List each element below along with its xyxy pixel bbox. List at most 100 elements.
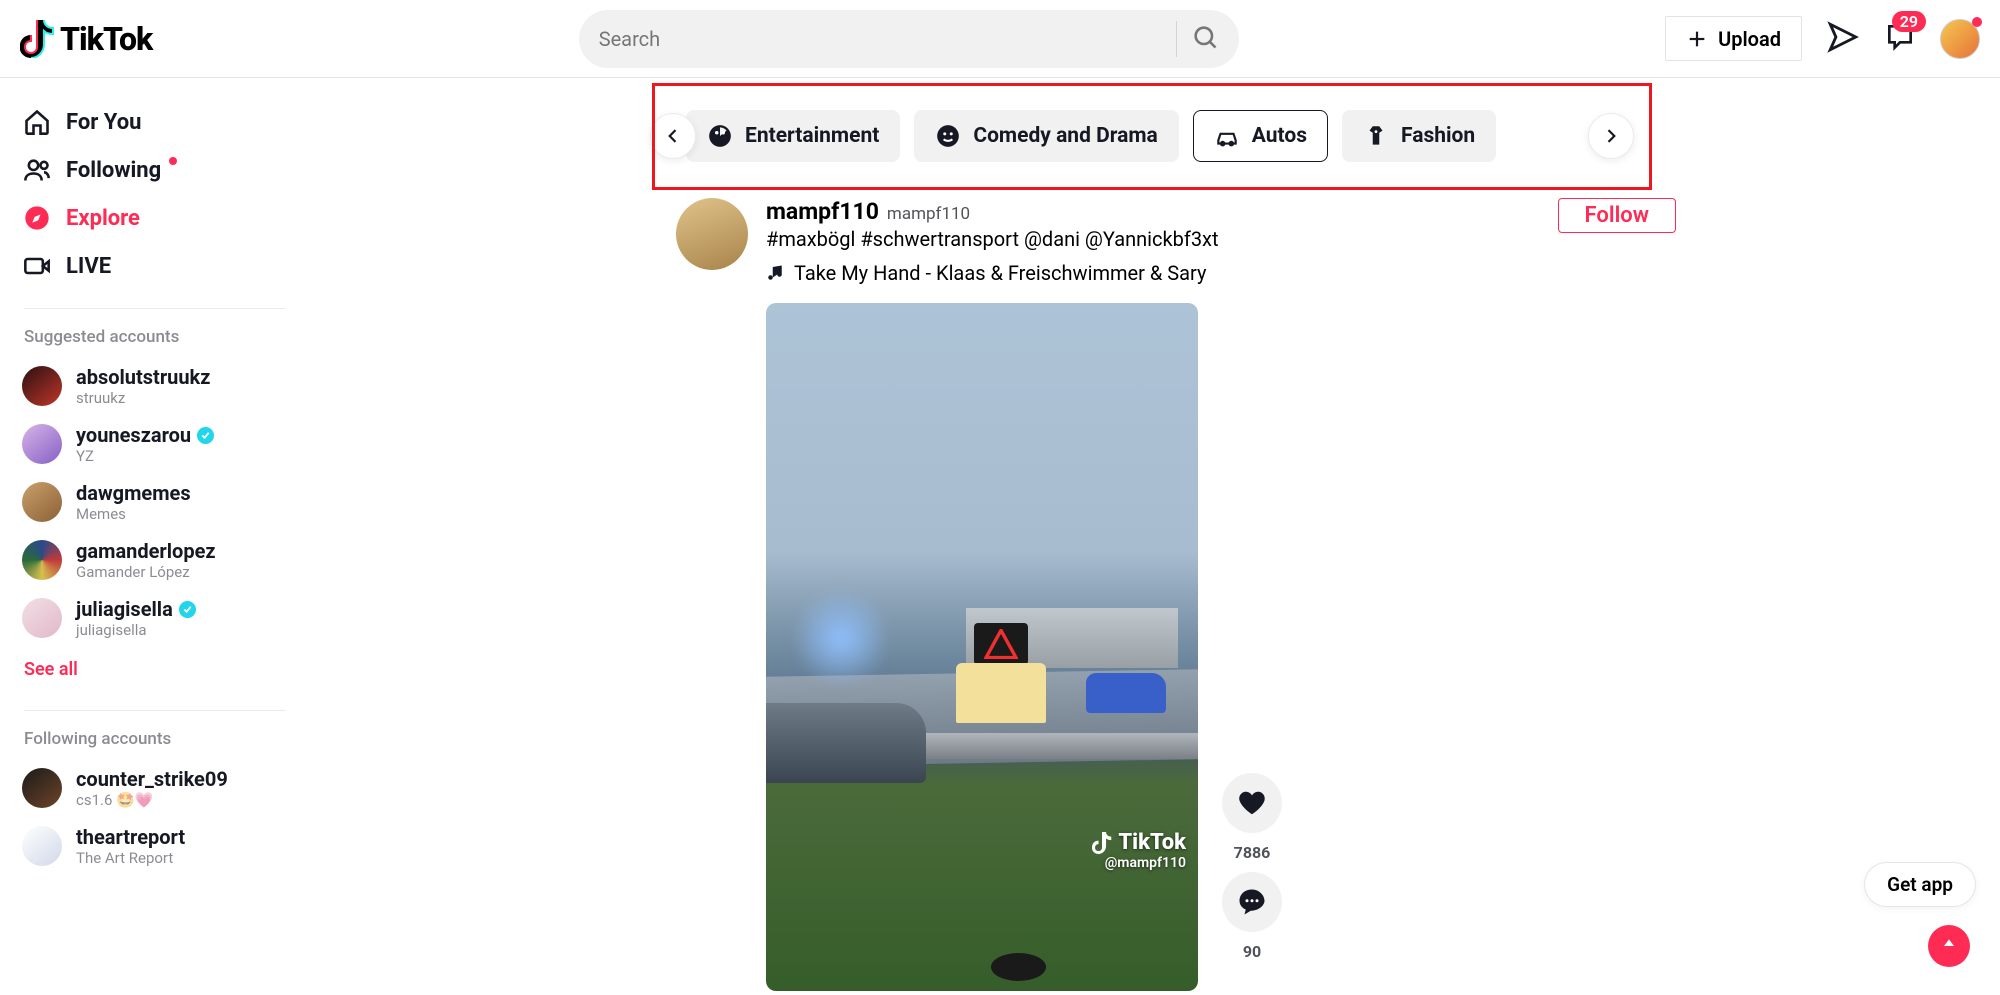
account-subtitle: Gamander López bbox=[76, 563, 216, 581]
users-icon bbox=[22, 156, 52, 184]
suggested-account[interactable]: dawgmemesMemes bbox=[10, 473, 300, 531]
music-title: Take My Hand - Klaas & Freischwimmer & S… bbox=[794, 261, 1206, 285]
notification-dot bbox=[169, 157, 177, 165]
header: TikTok Upload 29 bbox=[0, 0, 2000, 78]
category-icon bbox=[1214, 123, 1240, 149]
category-chip[interactable]: Autos bbox=[1193, 110, 1328, 162]
nav-following[interactable]: Following bbox=[10, 146, 300, 194]
account-avatar bbox=[22, 424, 62, 464]
video-post: mampf110 mampf110 #maxbögl #schwertransp… bbox=[676, 198, 1676, 991]
account-name: gamanderlopez bbox=[76, 539, 216, 563]
upload-button[interactable]: Upload bbox=[1665, 16, 1802, 61]
verified-badge-icon bbox=[179, 601, 196, 618]
account-subtitle: juliagisella bbox=[76, 621, 196, 639]
category-label: Fashion bbox=[1401, 124, 1475, 148]
notification-dot bbox=[1972, 17, 1982, 27]
chevron-right-icon bbox=[1601, 126, 1621, 146]
search-divider bbox=[1176, 21, 1177, 57]
author-nickname: mampf110 bbox=[887, 204, 970, 224]
account-name: juliagisella bbox=[76, 597, 196, 621]
category-chip[interactable]: Comedy and Drama bbox=[914, 110, 1178, 162]
header-actions: Upload 29 bbox=[1665, 16, 1980, 61]
nav-explore[interactable]: Explore bbox=[10, 194, 300, 242]
account-avatar bbox=[22, 598, 62, 638]
account-avatar bbox=[22, 768, 62, 808]
profile-menu[interactable] bbox=[1940, 19, 1980, 59]
category-label: Entertainment bbox=[745, 124, 879, 148]
comment-count: 90 bbox=[1243, 942, 1261, 961]
nav-label: LIVE bbox=[66, 254, 111, 279]
account-subtitle: Memes bbox=[76, 505, 191, 523]
account-subtitle: YZ bbox=[76, 447, 214, 465]
search-button[interactable] bbox=[1191, 23, 1219, 55]
account-name: dawgmemes bbox=[76, 481, 191, 505]
verified-badge-icon bbox=[197, 427, 214, 444]
category-icon bbox=[935, 123, 961, 149]
account-avatar bbox=[22, 540, 62, 580]
logo[interactable]: TikTok bbox=[20, 20, 152, 58]
video-player[interactable]: TikTok @mampf110 bbox=[766, 303, 1198, 991]
following-account[interactable]: counter_strike09cs1.6 🤩💗 bbox=[10, 759, 300, 817]
tiktok-logo-icon bbox=[20, 20, 54, 58]
category-icon bbox=[1363, 123, 1389, 149]
divider bbox=[24, 710, 286, 711]
messages-button[interactable] bbox=[1826, 20, 1860, 58]
category-icon bbox=[707, 123, 733, 149]
heart-icon bbox=[1237, 788, 1267, 818]
music-note-icon bbox=[766, 264, 784, 282]
see-all-link[interactable]: See all bbox=[10, 647, 300, 692]
suggested-account[interactable]: gamanderlopezGamander López bbox=[10, 531, 300, 589]
account-name: theartreport bbox=[76, 825, 185, 849]
account-name: youneszarou bbox=[76, 423, 214, 447]
following-title: Following accounts bbox=[10, 729, 300, 759]
search-icon bbox=[1191, 23, 1219, 51]
nav-live[interactable]: LIVE bbox=[10, 242, 300, 290]
nav-label: Following bbox=[66, 158, 161, 183]
arrow-up-icon bbox=[1939, 936, 1959, 956]
follow-button[interactable]: Follow bbox=[1558, 198, 1676, 233]
live-icon bbox=[22, 252, 52, 280]
caption: #maxbögl #schwertransport @dani @Yannick… bbox=[766, 227, 1219, 251]
category-chip[interactable]: Fashion bbox=[1342, 110, 1496, 162]
category-prev-button[interactable] bbox=[650, 113, 696, 159]
search-input[interactable] bbox=[599, 27, 1162, 51]
account-name: absolutstruukz bbox=[76, 365, 210, 389]
category-next-button[interactable] bbox=[1588, 113, 1634, 159]
account-subtitle: struukz bbox=[76, 389, 210, 407]
search-bar bbox=[579, 10, 1239, 68]
account-subtitle: cs1.6 🤩💗 bbox=[76, 791, 228, 809]
nav-label: For You bbox=[66, 110, 141, 135]
inbox-button[interactable]: 29 bbox=[1884, 21, 1916, 57]
comment-button[interactable] bbox=[1222, 872, 1282, 932]
compass-icon bbox=[22, 204, 52, 232]
suggested-account[interactable]: juliagisellajuliagisella bbox=[10, 589, 300, 647]
like-count: 7886 bbox=[1234, 843, 1271, 862]
suggested-account[interactable]: youneszarouYZ bbox=[10, 415, 300, 473]
author-name[interactable]: mampf110 bbox=[766, 198, 879, 225]
category-chip[interactable]: Entertainment bbox=[686, 110, 900, 162]
home-icon bbox=[22, 108, 52, 136]
account-avatar bbox=[22, 826, 62, 866]
music-info[interactable]: Take My Hand - Klaas & Freischwimmer & S… bbox=[766, 261, 1219, 285]
scroll-top-button[interactable] bbox=[1928, 925, 1970, 967]
nav-foryou[interactable]: For You bbox=[10, 98, 300, 146]
account-name: counter_strike09 bbox=[76, 767, 228, 791]
send-icon bbox=[1826, 20, 1860, 54]
get-app-button[interactable]: Get app bbox=[1864, 862, 1976, 907]
like-button[interactable] bbox=[1222, 773, 1282, 833]
category-label: Autos bbox=[1252, 124, 1307, 148]
author-avatar[interactable] bbox=[676, 198, 748, 270]
video-watermark: TikTok @mampf110 bbox=[1092, 830, 1186, 871]
plus-icon bbox=[1686, 28, 1708, 50]
upload-label: Upload bbox=[1718, 27, 1781, 51]
chevron-left-icon bbox=[663, 126, 683, 146]
main-content: Entertainment Comedy and Drama Autos Fashio… bbox=[310, 78, 2000, 995]
category-bar: Entertainment Comedy and Drama Autos Fashio… bbox=[650, 110, 1634, 162]
category-label: Comedy and Drama bbox=[973, 124, 1157, 148]
comment-icon bbox=[1237, 887, 1267, 917]
following-account[interactable]: theartreportThe Art Report bbox=[10, 817, 300, 875]
video-actions: 7886 90 bbox=[1222, 773, 1282, 991]
account-avatar bbox=[22, 366, 62, 406]
divider bbox=[24, 308, 286, 309]
suggested-account[interactable]: absolutstruukzstruukz bbox=[10, 357, 300, 415]
